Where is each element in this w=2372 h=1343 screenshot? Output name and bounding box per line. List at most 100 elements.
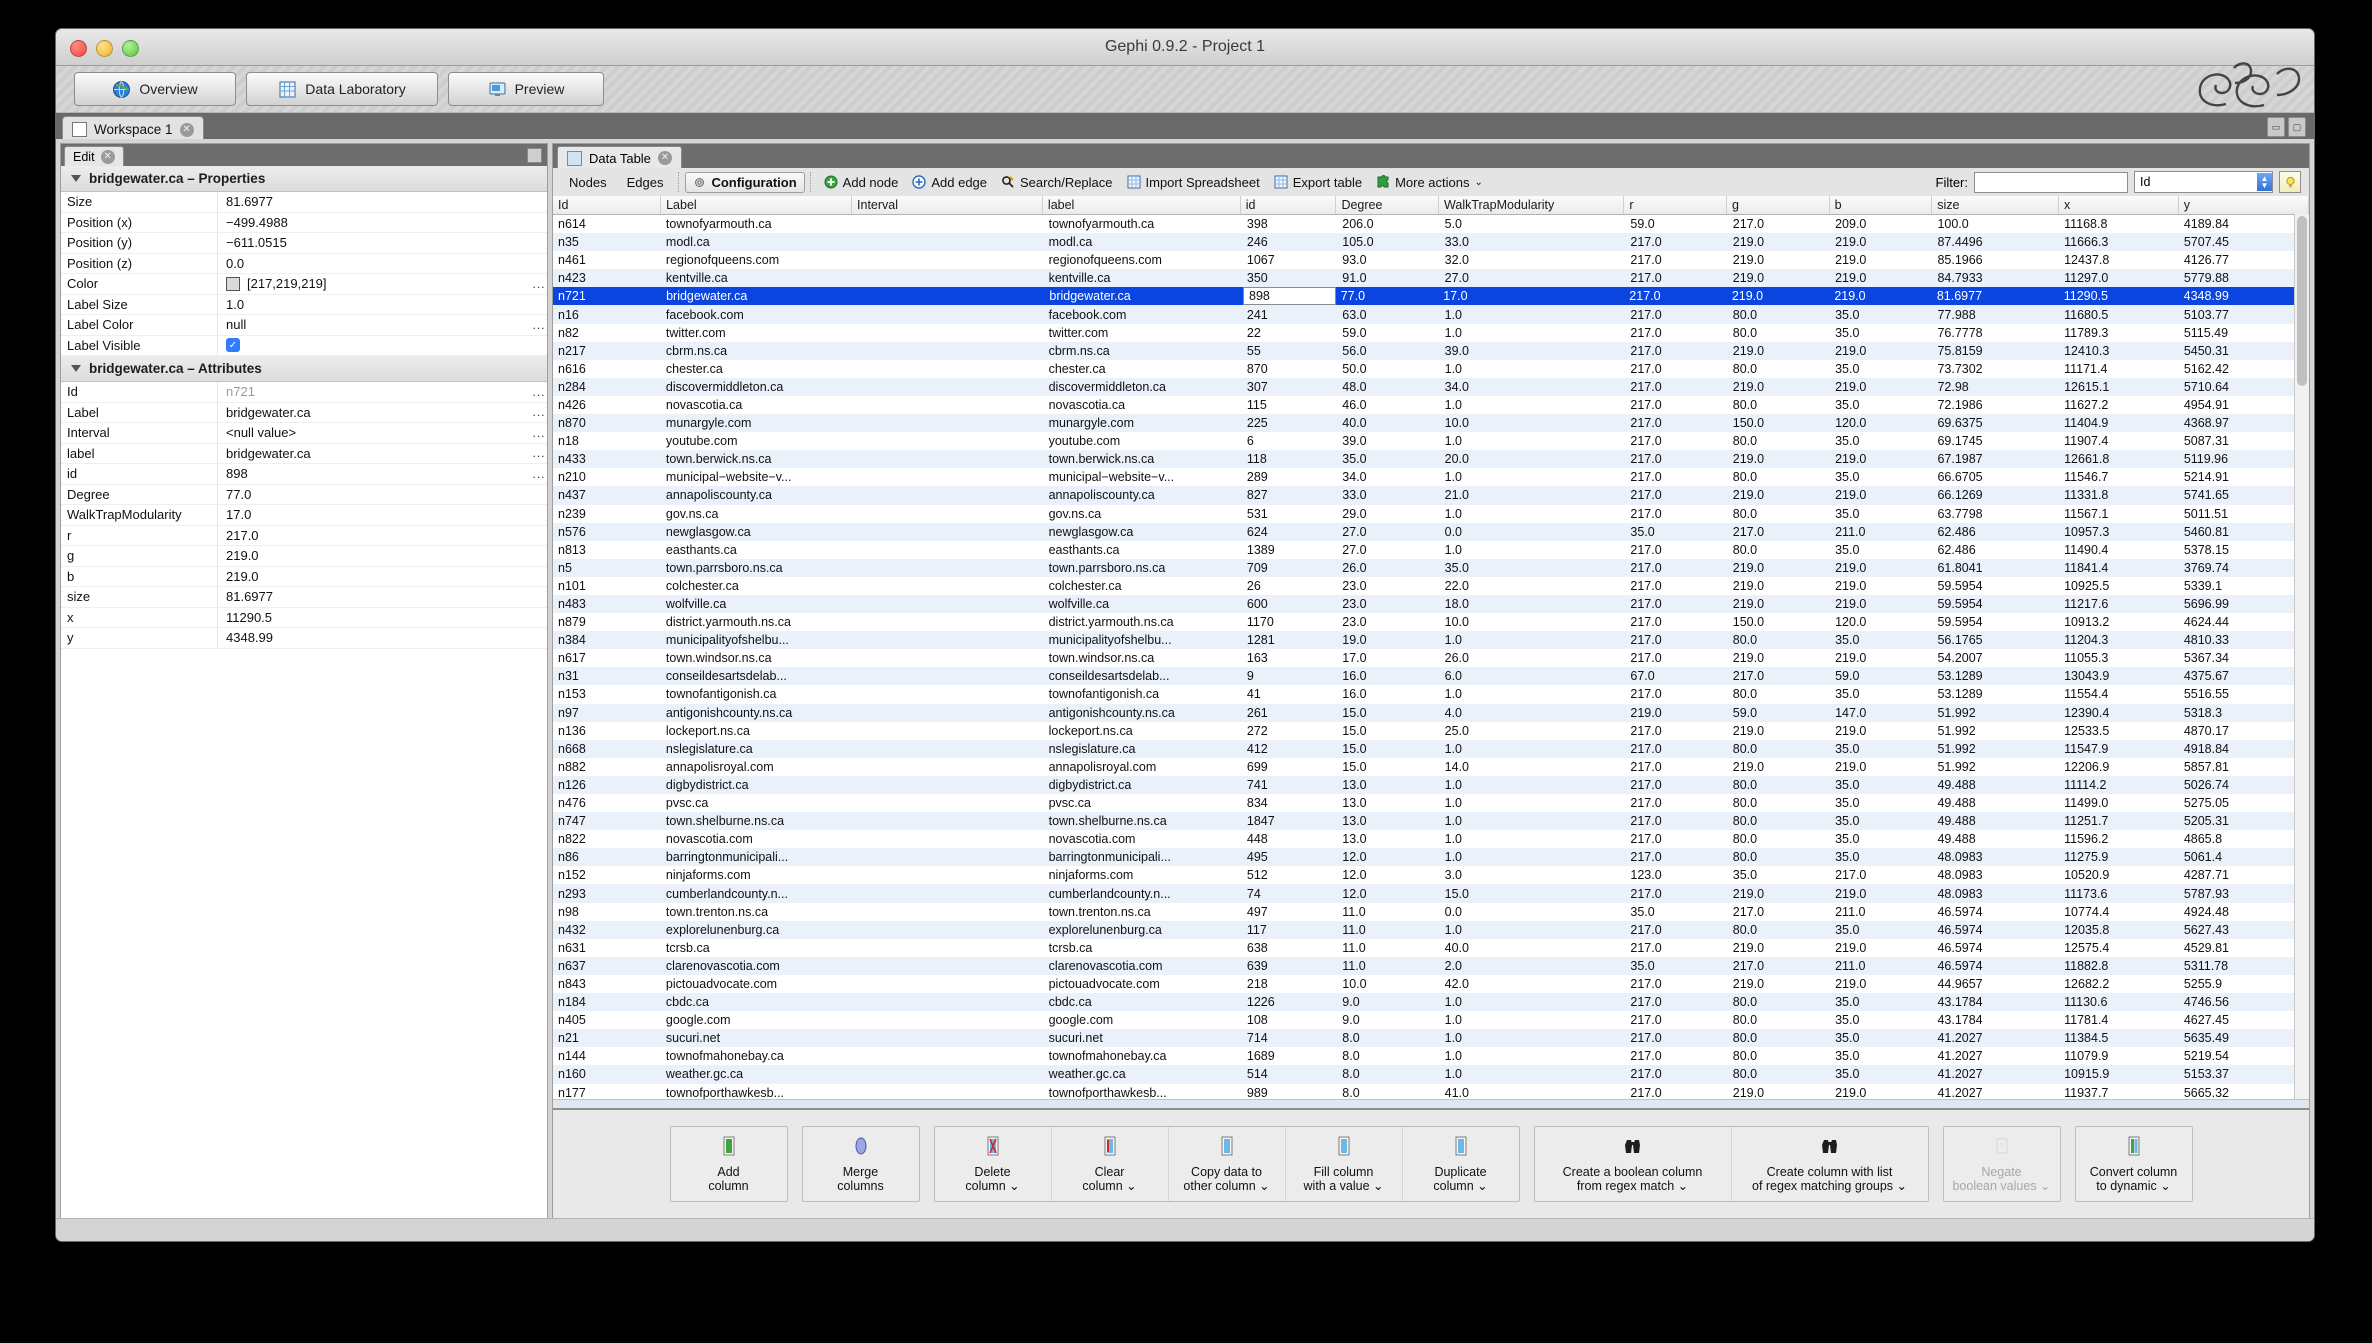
table-cell[interactable]: 80.0 [1728,505,1830,523]
column-header-WalkTrapModularity[interactable]: WalkTrapModularity [1439,196,1625,214]
hint-bulb-icon[interactable] [2279,171,2301,193]
column-clear-button[interactable]: Clear column ⌄ [1052,1127,1169,1201]
table-cell[interactable]: 63.7798 [1932,505,2059,523]
table-cell[interactable]: cbrm.ns.ca [661,342,852,360]
table-cell[interactable]: 11841.4 [2059,559,2179,577]
table-cell[interactable]: 85.1966 [1932,251,2059,269]
table-cell[interactable]: 12575.4 [2059,939,2179,957]
table-cell[interactable]: n152 [553,866,661,884]
table-cell[interactable]: 35.0 [1830,1047,1932,1065]
table-cell[interactable]: 115 [1242,396,1337,414]
table-cell[interactable]: 211.0 [1830,523,1932,541]
table-cell[interactable]: 22.0 [1440,577,1626,595]
column-header-id[interactable]: id [1241,196,1337,214]
edit-value-button[interactable]: ... [531,426,547,440]
table-cell[interactable]: google.com [661,1011,852,1029]
table-row[interactable]: n293 cumberlandcounty.n... cumberlandcount… [553,884,2309,903]
table-row[interactable]: n86 barringtonmunicipali... barringtonmuni… [553,848,2309,867]
table-cell[interactable] [852,360,1043,378]
table-cell[interactable]: 80.0 [1728,848,1830,866]
table-cell[interactable]: 217.0 [1625,450,1727,468]
table-cell[interactable]: 4287.71 [2179,866,2309,884]
table-cell[interactable]: 51.992 [1932,704,2059,722]
table-cell[interactable]: 4375.67 [2179,667,2309,685]
table-cell[interactable] [852,794,1043,812]
table-cell[interactable]: municipalityofshelbu... [661,631,852,649]
table-cell[interactable] [852,921,1043,939]
table-cell[interactable]: 412 [1242,740,1337,758]
table-cell[interactable]: 219.0 [1728,649,1830,667]
table-cell[interactable] [852,776,1043,794]
table-cell[interactable]: 35.0 [1625,957,1727,975]
table-cell[interactable]: 497 [1242,903,1337,921]
attribute-row[interactable]: Id n721... [61,382,547,403]
table-cell[interactable]: 80.0 [1728,921,1830,939]
table-cell[interactable]: 150.0 [1728,613,1830,631]
table-cell[interactable]: 10774.4 [2059,903,2179,921]
table-cell[interactable]: n293 [553,884,661,902]
table-cell[interactable]: n614 [553,215,661,233]
table-cell[interactable]: chester.ca [661,360,852,378]
table-cell[interactable]: n31 [553,667,661,685]
table-cell[interactable] [852,414,1043,432]
table-cell[interactable]: 35.0 [1830,360,1932,378]
table-cell[interactable]: 147.0 [1830,704,1932,722]
table-cell[interactable]: townofyarmouth.ca [661,215,852,233]
edit-tab[interactable]: Edit ✕ [64,146,124,167]
table-cell[interactable]: 1.0 [1440,1011,1626,1029]
table-cell[interactable]: 5026.74 [2179,776,2309,794]
table-cell[interactable]: 67.0 [1625,667,1727,685]
table-cell[interactable]: 10915.9 [2059,1065,2179,1083]
table-cell[interactable]: 41.2027 [1932,1065,2059,1083]
attribute-row[interactable]: WalkTrapModularity 17.0 [61,505,547,526]
table-cell[interactable]: 120.0 [1830,613,1932,631]
table-cell[interactable]: 8.0 [1337,1029,1439,1047]
table-cell[interactable]: 77.0 [1336,287,1439,305]
table-cell[interactable] [852,975,1043,993]
table-cell[interactable]: explorelunenburg.ca [1044,921,1242,939]
property-value[interactable]: 4348.99 [218,628,547,648]
table-cell[interactable] [852,595,1043,613]
table-cell[interactable]: 11055.3 [2059,649,2179,667]
table-cell[interactable]: 11079.9 [2059,1047,2179,1065]
properties-group-header[interactable]: bridgewater.ca – Properties [61,166,547,192]
merge-button[interactable]: Merge columns [803,1127,919,1201]
table-cell[interactable]: 69.1745 [1932,432,2059,450]
table-cell[interactable]: 35.0 [1625,523,1727,541]
table-cell[interactable]: 5857.81 [2179,758,2309,776]
table-cell[interactable]: 35.0 [1830,432,1932,450]
data-laboratory-mode-button[interactable]: Data Laboratory [246,72,438,106]
table-cell[interactable]: 9 [1242,667,1337,685]
table-cell[interactable]: 13.0 [1337,794,1439,812]
table-cell[interactable]: 12615.1 [2059,378,2179,396]
table-cell[interactable]: 26 [1242,577,1337,595]
table-cell[interactable]: n217 [553,342,661,360]
table-cell[interactable]: 219.0 [1728,342,1830,360]
table-cell[interactable]: munargyle.com [661,414,852,432]
table-cell[interactable]: 41.2027 [1932,1047,2059,1065]
table-cell[interactable]: n101 [553,577,661,595]
table-cell[interactable]: 59.5954 [1932,613,2059,631]
table-cell[interactable]: 5255.9 [2179,975,2309,993]
table-cell[interactable]: 61.8041 [1932,559,2059,577]
property-value[interactable]: [217,219,219] [218,274,531,294]
table-cell[interactable]: facebook.com [661,305,852,323]
table-cell[interactable]: 80.0 [1728,324,1830,342]
table-cell[interactable]: 35.0 [1830,505,1932,523]
table-cell[interactable]: 35.0 [1830,396,1932,414]
property-value[interactable]: 217.0 [218,526,547,546]
edit-value-button[interactable]: ... [531,467,547,481]
table-cell[interactable] [852,215,1043,233]
table-cell[interactable]: lockeport.ns.ca [661,722,852,740]
table-cell[interactable]: n576 [553,523,661,541]
table-cell[interactable]: 217.0 [1625,1029,1727,1047]
table-cell[interactable]: 34.0 [1337,468,1439,486]
table-row[interactable]: n631 tcrsb.ca tcrsb.ca 638 11.0 40.0 217.0 219.… [553,939,2309,957]
table-cell[interactable]: 35.0 [1830,324,1932,342]
table-cell[interactable]: 75.8159 [1932,342,2059,360]
table-cell[interactable]: town.parrsboro.ns.ca [661,559,852,577]
table-cell[interactable]: 217.0 [1625,1047,1727,1065]
table-cell[interactable]: 5627.43 [2179,921,2309,939]
table-cell[interactable]: 11554.4 [2059,685,2179,703]
table-cell[interactable]: 600 [1242,595,1337,613]
